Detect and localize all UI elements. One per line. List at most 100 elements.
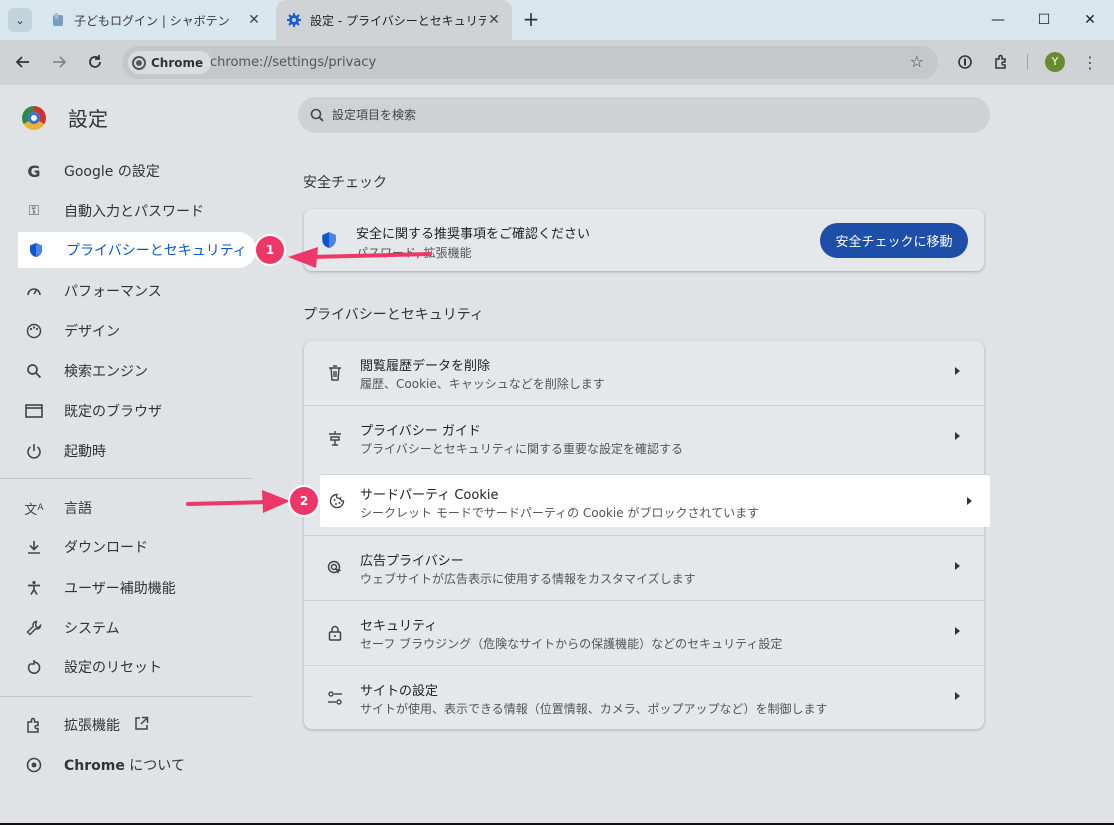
arrow-right-icon — [955, 627, 960, 635]
sidebar-item-label: ユーザー補助機能 — [64, 581, 176, 597]
sidebar-item-label: パフォーマンス — [64, 284, 162, 300]
close-icon[interactable]: ✕ — [486, 12, 502, 28]
go-to-safety-check-button[interactable]: 安全チェックに移動 — [820, 223, 968, 258]
browser-window-icon — [24, 401, 44, 421]
sidebar-item-autofill[interactable]: ⚿ 自動入力とパスワード — [16, 193, 256, 229]
tab-title: 設定 - プライバシーとセキュリティ — [310, 13, 486, 28]
sidebar-item-label: 言語 — [64, 501, 92, 517]
back-button[interactable] — [11, 50, 35, 74]
google-icon: G — [27, 161, 41, 181]
bookmark-star-icon[interactable]: ☆ — [910, 52, 924, 71]
row-title: プライバシー ガイド — [360, 424, 481, 439]
reset-icon — [24, 657, 44, 677]
profile-avatar[interactable]: Y — [1045, 52, 1065, 72]
sidebar-item-system[interactable]: システム — [16, 610, 256, 646]
site-info-chip[interactable]: Chrome — [128, 51, 212, 74]
shield-check-icon — [322, 232, 336, 248]
sidebar-item-google[interactable]: G Google の設定 — [16, 153, 256, 189]
page-title: 設定 — [68, 107, 108, 131]
sidebar-item-on-startup[interactable]: 起動時 — [16, 433, 256, 469]
menu-button[interactable]: ⋮ — [1078, 50, 1102, 74]
sidebar-item-label: 検索エンジン — [64, 364, 148, 380]
row-title: サイトの設定 — [360, 684, 439, 699]
row-title: セキュリティ — [360, 619, 438, 634]
shield-icon — [26, 240, 46, 260]
annotation-badge-1: 1 — [256, 236, 284, 264]
lock-icon — [324, 622, 346, 644]
ad-privacy-icon — [324, 557, 346, 579]
sidebar-item-label: 起動時 — [64, 444, 106, 460]
close-icon[interactable]: ✕ — [246, 12, 262, 28]
puzzle-icon — [995, 54, 1006, 69]
palette-icon — [24, 321, 44, 341]
tab-settings[interactable]: 設定 - プライバシーとセキュリティ ✕ — [276, 0, 512, 40]
row-subtitle: サイトが使用、表示できる情報（位置情報、カメラ、ポップアップなど）を制御します — [360, 702, 828, 716]
sidebar-item-label: デザイン — [64, 324, 120, 340]
reload-icon — [89, 55, 101, 68]
row-ad-privacy[interactable]: 広告プライバシー ウェブサイトが広告表示に使用する情報をカスタマイズします — [304, 535, 984, 600]
arrow-right-icon — [955, 692, 960, 700]
window-close-button[interactable]: ✕ — [1078, 8, 1102, 32]
chrome-logo-icon — [22, 105, 46, 130]
tab-search-button[interactable]: ⌄ — [8, 8, 32, 32]
row-title: 閲覧履歴データを削除 — [360, 359, 491, 374]
sidebar-item-about-chrome[interactable]: Chrome について — [16, 747, 256, 783]
sidebar-item-privacy[interactable]: プライバシーとセキュリティ — [18, 232, 256, 268]
sidebar-item-label: 自動入力とパスワード — [64, 204, 204, 220]
about-label-rest: について — [124, 758, 185, 774]
row-third-party-cookies[interactable]: サードパーティ Cookie シークレット モードでサードパーティの Cooki… — [320, 474, 990, 527]
maximize-button[interactable]: ☐ — [1032, 8, 1056, 32]
forward-button[interactable] — [47, 50, 71, 74]
gear-icon — [287, 13, 301, 27]
translate-icon: 文A — [24, 502, 44, 518]
download-icon — [24, 537, 44, 557]
row-title: 広告プライバシー — [360, 554, 464, 569]
sidebar-item-extensions[interactable]: 拡張機能 — [16, 707, 256, 743]
info-circle-icon — [958, 55, 972, 69]
safety-check-title: 安全に関する推奨事項をご確認ください — [356, 227, 591, 242]
settings-header: 設定 — [22, 103, 108, 132]
annotation-badge-2: 2 — [290, 487, 318, 515]
sidebar-item-search-engine[interactable]: 検索エンジン — [16, 353, 256, 389]
sidebar-item-accessibility[interactable]: ユーザー補助機能 — [16, 570, 256, 606]
tab-kids-login[interactable]: 子どもログイン | シャボテン ✕ — [40, 0, 272, 40]
address-bar[interactable]: Chrome chrome://settings/privacy ☆ — [122, 46, 938, 79]
arrow-right-icon — [955, 367, 960, 375]
reload-button[interactable] — [83, 50, 107, 74]
row-subtitle: セーフ ブラウジング（危険なサイトからの保護機能）などのセキュリティ設定 — [360, 637, 783, 651]
settings-search[interactable] — [298, 97, 990, 133]
row-privacy-guide[interactable]: プライバシー ガイド プライバシーとセキュリティに関する重要な設定を確認する — [304, 405, 984, 470]
new-tab-button[interactable]: + — [520, 9, 542, 31]
row-site-settings[interactable]: サイトの設定 サイトが使用、表示できる情報（位置情報、カメラ、ポップアップなど）… — [304, 665, 984, 730]
chip-label: Chrome — [151, 55, 204, 70]
arrow-right-icon — [53, 56, 67, 68]
privacy-heading: プライバシーとセキュリティ — [303, 307, 484, 323]
accessibility-icon — [24, 578, 44, 598]
speedometer-icon — [24, 281, 44, 301]
row-security[interactable]: セキュリティ セーフ ブラウジング（危険なサイトからの保護機能）などのセキュリテ… — [304, 600, 984, 665]
sidebar-item-downloads[interactable]: ダウンロード — [16, 529, 256, 565]
search-icon — [24, 361, 44, 381]
arrow-right-icon — [955, 432, 960, 440]
row-clear-browsing-data[interactable]: 閲覧履歴データを削除 履歴、Cookie、キャッシュなどを削除します — [304, 341, 984, 405]
chrome-icon — [24, 755, 44, 775]
sidebar-item-label: 設定のリセット — [64, 660, 162, 676]
row-subtitle: 履歴、Cookie、キャッシュなどを削除します — [360, 377, 605, 391]
row-title: サードパーティ Cookie — [360, 488, 499, 503]
search-input[interactable] — [330, 107, 934, 123]
safety-check-subtitle: パスワード, 拡張機能 — [356, 246, 472, 260]
url-text[interactable]: chrome://settings/privacy — [210, 55, 376, 70]
cookie-icon — [326, 490, 348, 512]
sidebar-item-design[interactable]: デザイン — [16, 313, 256, 349]
arrow-right-icon — [967, 497, 972, 505]
sidebar-item-languages[interactable]: 文A 言語 — [16, 490, 256, 526]
sidebar-item-default-browser[interactable]: 既定のブラウザ — [16, 393, 256, 429]
extension-info-button[interactable] — [953, 50, 977, 74]
privacy-card: 閲覧履歴データを削除 履歴、Cookie、キャッシュなどを削除します プライバシ… — [304, 341, 990, 730]
sidebar-item-performance[interactable]: パフォーマンス — [16, 273, 256, 309]
extensions-button[interactable] — [989, 50, 1013, 74]
settings-page: 設定 G Google の設定 ⚿ 自動入力とパスワード プライバシーとセキュリ… — [0, 85, 1114, 825]
sidebar-divider — [0, 696, 252, 697]
minimize-button[interactable]: — — [986, 8, 1010, 32]
sidebar-item-reset[interactable]: 設定のリセット — [16, 649, 256, 685]
